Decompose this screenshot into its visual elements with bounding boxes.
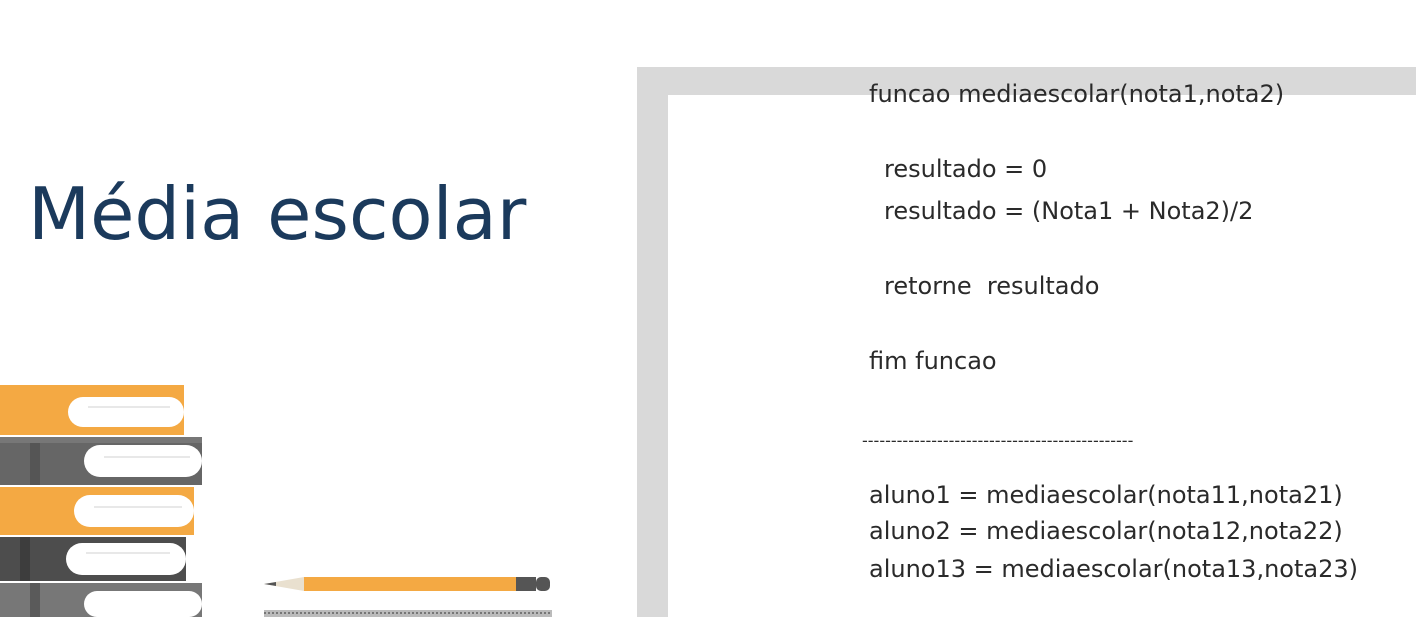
code-line-aluno13: aluno13 = mediaescolar(nota13,nota23) <box>869 555 1358 583</box>
pencil-illustration <box>264 577 552 617</box>
code-line-end: fim funcao <box>869 347 997 375</box>
slide-title: Média escolar <box>28 172 527 256</box>
code-line-aluno2: aluno2 = mediaescolar(nota12,nota22) <box>869 517 1343 545</box>
code-line-calc: resultado = (Nota1 + Nota2)/2 <box>884 197 1254 225</box>
code-line-init: resultado = 0 <box>884 155 1048 183</box>
code-divider: ----------------------------------------… <box>862 431 1134 450</box>
code-line-function: funcao mediaescolar(nota1,nota2) <box>869 80 1285 108</box>
books-illustration <box>0 385 202 617</box>
code-line-aluno1: aluno1 = mediaescolar(nota11,nota21) <box>869 481 1343 509</box>
code-line-return: retorne resultado <box>884 272 1100 300</box>
